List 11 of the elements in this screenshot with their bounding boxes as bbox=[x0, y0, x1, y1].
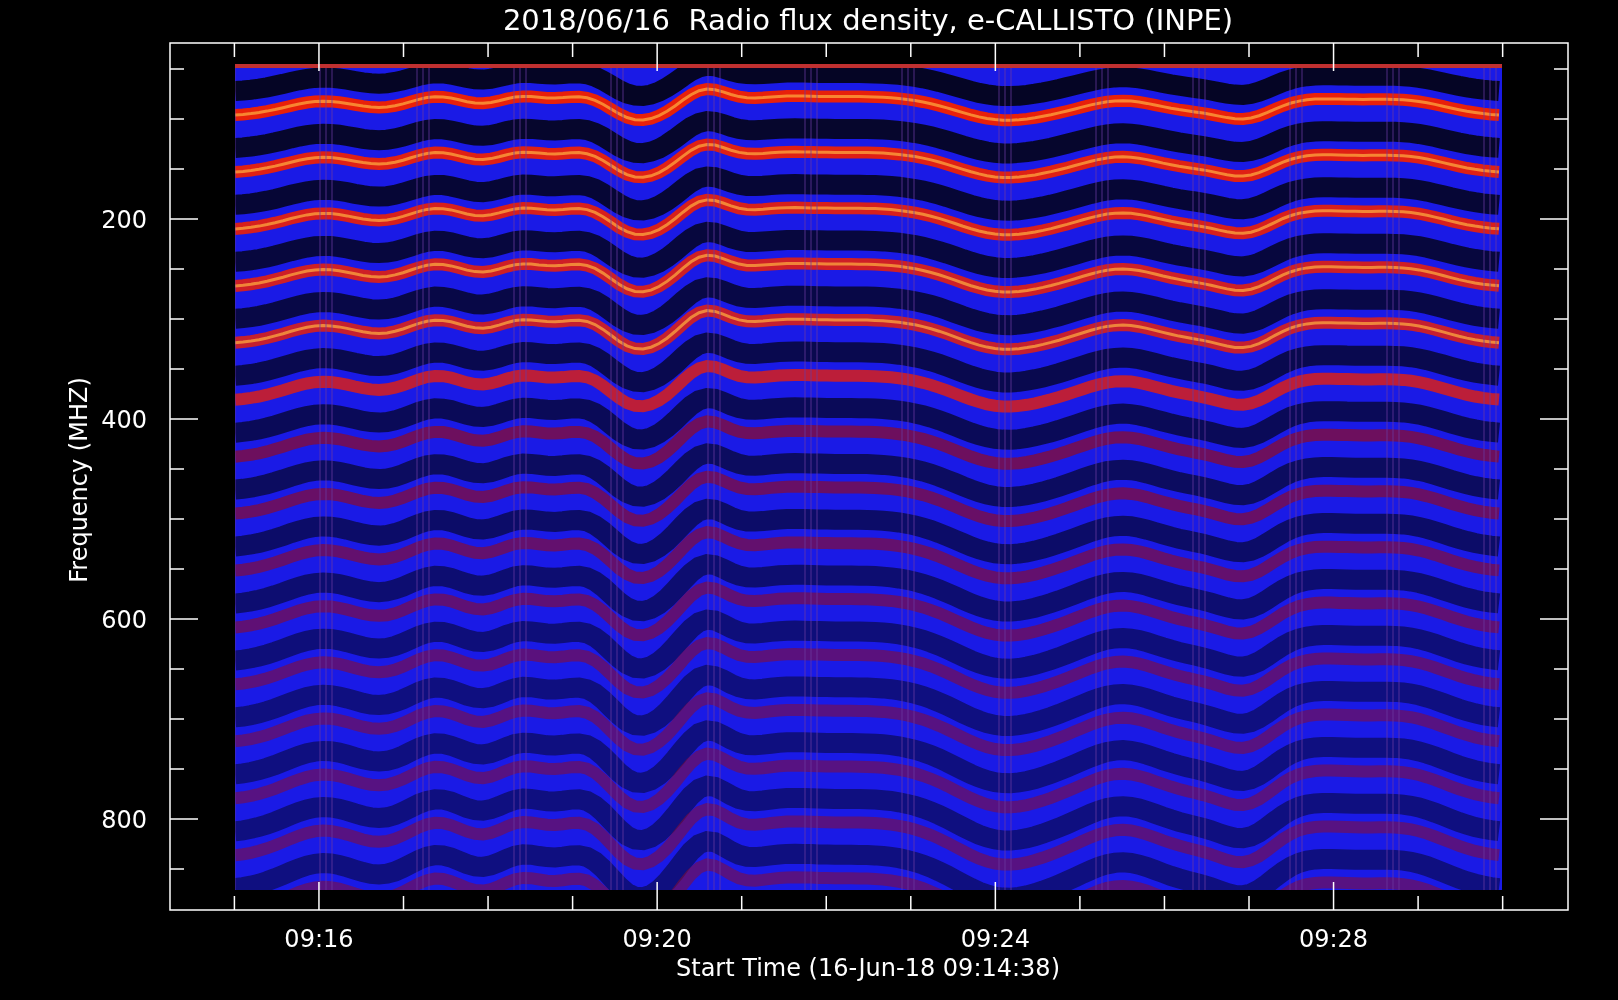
y-tick-label: 800 bbox=[101, 806, 147, 834]
x-tick-label: 09:16 bbox=[284, 925, 354, 953]
y-tick-label: 200 bbox=[101, 206, 147, 234]
y-tick-label: 600 bbox=[101, 606, 147, 634]
x-tick-label: 09:20 bbox=[622, 925, 692, 953]
y-axis-label: Frequency (MHZ) bbox=[65, 377, 93, 583]
y-tick-label: 400 bbox=[101, 406, 147, 434]
x-tick-label: 09:28 bbox=[1298, 925, 1369, 953]
x-tick-label: 09:24 bbox=[960, 925, 1030, 953]
x-axis-label: Start Time (16-Jun-18 09:14:38) bbox=[676, 954, 1060, 982]
chart-title: 2018/06/16 Radio flux density, e-CALLISTO (INPE) bbox=[502, 3, 1234, 37]
